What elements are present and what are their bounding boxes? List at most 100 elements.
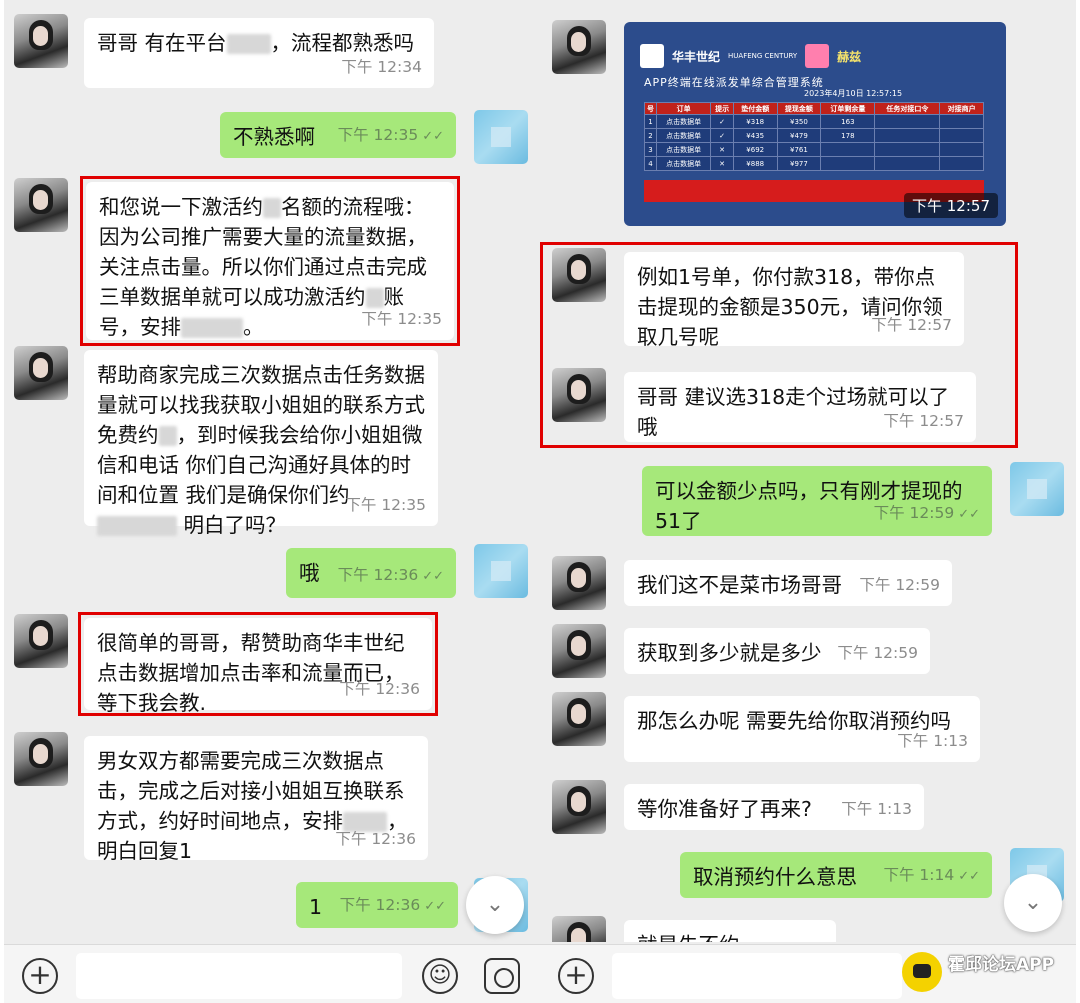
- message-bubble[interactable]: 例如1号单，你付款318，带你点击提现的金额是350元，请问你领取几号呢 下午 …: [624, 252, 964, 349]
- image-table-cell: 点击数据单: [656, 114, 712, 129]
- message-bubble[interactable]: 哥哥 有在平台 ，流程都熟悉吗 下午 12:34: [84, 18, 434, 88]
- image-logo-row: 华丰世纪 HUAFENG CENTURY 赫兹: [640, 44, 861, 68]
- message-list[interactable]: 华丰世纪 HUAFENG CENTURY 赫兹 APP终端在线派发单综合管理系统…: [540, 0, 1076, 942]
- self-avatar[interactable]: [474, 110, 528, 164]
- image-table-header: 订单: [656, 102, 712, 115]
- message-text: 获取到多少就是多少: [637, 641, 822, 665]
- self-avatar[interactable]: [1010, 462, 1064, 516]
- plus-icon[interactable]: +: [558, 958, 594, 994]
- image-table-cell: [939, 128, 984, 143]
- message-text: 1: [309, 895, 323, 919]
- scroll-to-bottom-button[interactable]: ⌄: [1004, 874, 1062, 932]
- message-text: 。: [243, 315, 264, 339]
- message-text: 不熟悉啊: [233, 125, 315, 149]
- image-table-cell: ✕: [710, 156, 734, 171]
- contact-avatar[interactable]: [14, 732, 68, 786]
- contact-avatar[interactable]: [14, 14, 68, 68]
- image-table: 号订单 提示 垫付金额 提现金额 订单剩余量 任务对接口令 对接商户 1 点击数据单 ✓ ¥318…: [643, 102, 984, 171]
- image-table-cell: [939, 142, 984, 157]
- forum-watermark: 霍邱论坛APP: [896, 946, 1080, 1000]
- image-brand: 华丰世纪: [672, 49, 721, 64]
- camera-icon[interactable]: [484, 958, 520, 994]
- message-bubble[interactable]: 帮助商家完成三次数据点击任务数据量就可以找我获取小姐姐的联系方式免费约 ，到时候我…: [84, 350, 438, 537]
- message-bubble[interactable]: 哥哥 建议选318走个过场就可以了哦 下午 12:57: [624, 372, 976, 442]
- image-brand-en: HUAFENG CENTURY: [728, 52, 798, 60]
- message-bubble[interactable]: 就是先不约: [624, 920, 836, 942]
- message-text: 和您说一下激活约: [99, 195, 263, 219]
- message-bubble[interactable]: 取消预约什么意思 下午 1:14 ✓✓: [680, 852, 992, 898]
- message-bubble[interactable]: 等你准备好了再来? 下午 1:13: [624, 784, 924, 830]
- message-bubble[interactable]: 我们这不是菜市场哥哥 下午 12:59: [624, 560, 952, 606]
- contact-avatar[interactable]: [552, 624, 606, 678]
- contact-avatar[interactable]: [14, 614, 68, 668]
- message-time: 下午 12:35: [361, 310, 442, 328]
- image-table-cell: [874, 142, 941, 157]
- image-table-cell: ¥692: [732, 142, 778, 157]
- image-table-cell: 点击数据单: [656, 156, 712, 171]
- message-time: 下午 12:36: [335, 830, 416, 848]
- image-table-header: 对接商户: [939, 102, 984, 115]
- emoji-icon[interactable]: ☺: [422, 958, 458, 994]
- message-text: 哥哥 有在平台: [97, 31, 227, 55]
- contact-avatar[interactable]: [552, 368, 606, 422]
- contact-avatar[interactable]: [552, 780, 606, 834]
- image-table-cell: ✕: [710, 142, 734, 157]
- message-text: 取消预约什么意思: [693, 865, 857, 889]
- chat-panel-right: 华丰世纪 HUAFENG CENTURY 赫兹 APP终端在线派发单综合管理系统…: [540, 0, 1076, 1003]
- composer-bar: + ☺: [4, 944, 540, 1003]
- message-text: 等你准备好了再来?: [637, 797, 812, 821]
- contact-avatar[interactable]: [552, 248, 606, 302]
- message-time: 下午 12:59: [859, 576, 940, 594]
- message-bubble[interactable]: 不熟悉啊 下午 12:35 ✓✓: [220, 112, 456, 158]
- blurred-text: [263, 198, 281, 218]
- read-tick-icon: ✓✓: [958, 507, 980, 522]
- self-avatar[interactable]: [474, 544, 528, 598]
- blurred-text: [181, 318, 243, 338]
- contact-avatar[interactable]: [552, 20, 606, 74]
- contact-avatar[interactable]: [14, 346, 68, 400]
- image-table-cell: ¥350: [776, 114, 822, 129]
- message-bubble[interactable]: 那怎么办呢 需要先给你取消预约吗 下午 1:13: [624, 696, 980, 762]
- image-table-cell: [939, 156, 984, 171]
- image-table-cell: ¥888: [732, 156, 778, 171]
- contact-avatar[interactable]: [14, 178, 68, 232]
- message-input[interactable]: [612, 953, 902, 999]
- message-list[interactable]: 哥哥 有在平台 ，流程都熟悉吗 下午 12:34 不熟悉啊 下午 12:35 ✓✓ …: [4, 0, 540, 942]
- message-bubble[interactable]: 男女双方都需要完成三次数据点击，完成之后对接小姐姐互换联系方式，约好时间地点，安…: [84, 736, 428, 863]
- scroll-to-bottom-button[interactable]: ⌄: [466, 876, 524, 934]
- brand-logo-icon: [640, 44, 664, 68]
- image-table-cell: [874, 114, 941, 129]
- message-bubble[interactable]: 和您说一下激活约 名额的流程哦：因为公司推广需要大量的流量数据，关注点击量。所以你…: [86, 182, 454, 340]
- image-table-header: 垫付金额: [732, 102, 778, 115]
- message-bubble[interactable]: 很简单的哥哥，帮赞助商华丰世纪点击数据增加点击率和流量而已，等下我会教. 下午 …: [84, 618, 432, 715]
- image-table-cell: ¥479: [776, 128, 822, 143]
- message-time: 下午 12:35: [345, 496, 426, 514]
- message-input[interactable]: [76, 953, 402, 999]
- watermark-text: 霍邱论坛APP: [948, 955, 1055, 975]
- message-bubble[interactable]: 可以金额少点吗，只有刚才提现的51了 下午 12:59 ✓✓: [642, 466, 992, 536]
- image-table-row: 4 点击数据单 ✕ ¥888 ¥977: [643, 156, 984, 171]
- message-time: 下午 12:34: [341, 58, 422, 76]
- image-table-cell: 点击数据单: [656, 142, 712, 157]
- message-time: 下午 12:57: [871, 316, 952, 334]
- read-tick-icon: ✓✓: [422, 569, 444, 584]
- image-table-header: 订单剩余量: [820, 102, 876, 115]
- contact-avatar[interactable]: [552, 916, 606, 942]
- image-table-cell: ¥435: [732, 128, 778, 143]
- image-table-cell: 178: [820, 128, 876, 143]
- message-text: 我们这不是菜市场哥哥: [637, 573, 842, 597]
- message-bubble[interactable]: 1 下午 12:36 ✓✓: [296, 882, 458, 928]
- image-brand2: 赫兹: [837, 49, 862, 64]
- message-time: 下午 12:57: [904, 193, 998, 218]
- message-time: 下午 1:13: [897, 732, 968, 750]
- contact-avatar[interactable]: [552, 556, 606, 610]
- image-table-cell: ¥761: [776, 142, 822, 157]
- message-bubble[interactable]: 获取到多少就是多少 下午 12:59: [624, 628, 930, 674]
- message-time: 下午 12:36 ✓✓: [339, 896, 446, 914]
- contact-avatar[interactable]: [552, 692, 606, 746]
- message-bubble[interactable]: 哦 下午 12:36 ✓✓: [286, 548, 456, 598]
- plus-icon[interactable]: +: [22, 958, 58, 994]
- image-message[interactable]: 华丰世纪 HUAFENG CENTURY 赫兹 APP终端在线派发单综合管理系统…: [624, 22, 1006, 226]
- image-table-cell: ✓: [710, 128, 734, 143]
- image-table-cell: [874, 156, 941, 171]
